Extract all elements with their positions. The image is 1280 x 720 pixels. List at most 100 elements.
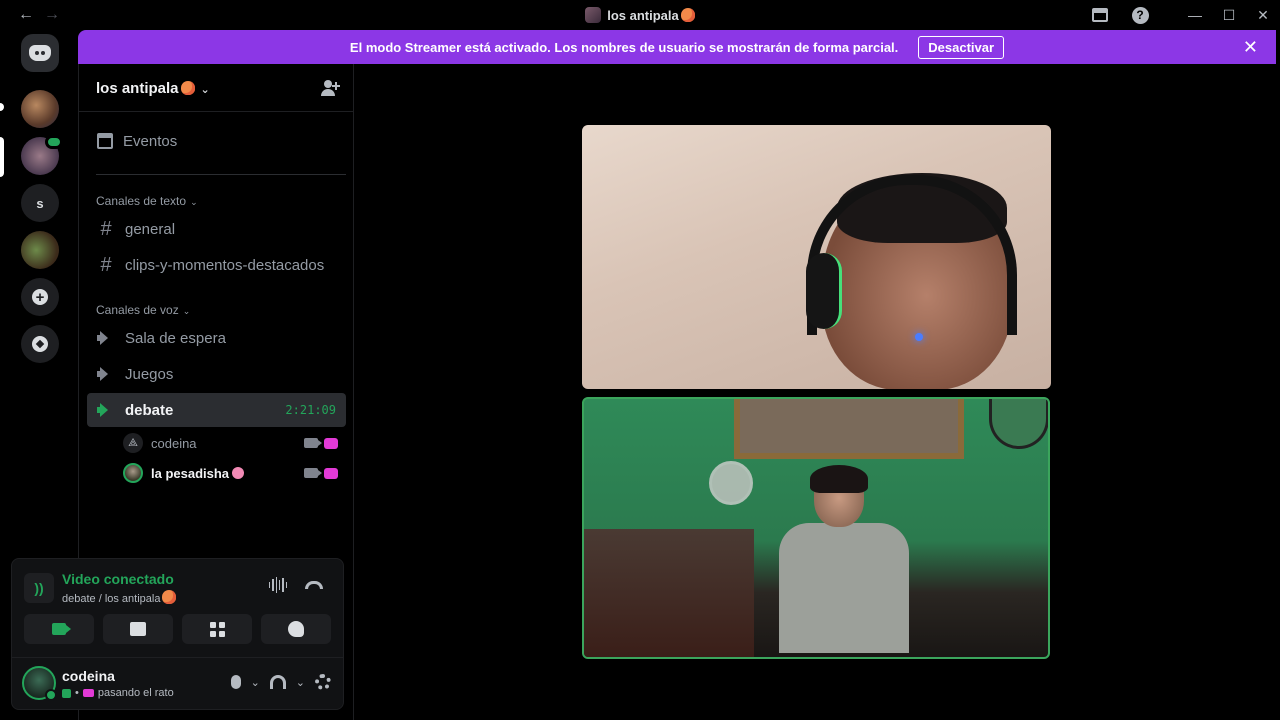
- channel-label: debate: [125, 401, 174, 419]
- server-name[interactable]: los antipala ⌄: [96, 80, 210, 97]
- peach-emoji-icon: [680, 8, 695, 22]
- flower-emoji-icon: [232, 466, 245, 479]
- activities-icon: [209, 621, 225, 637]
- divider: [96, 174, 346, 175]
- peach-emoji-icon: [162, 590, 177, 604]
- user-name[interactable]: codeina: [62, 668, 115, 684]
- user-avatar[interactable]: [22, 666, 57, 701]
- video-grid: [355, 64, 1276, 720]
- banner-text: El modo Streamer está activado. Los nomb…: [349, 39, 899, 55]
- inbox-icon[interactable]: [1090, 5, 1110, 25]
- chevron-down-icon: ⌄: [200, 84, 210, 96]
- hash-icon: #: [100, 217, 112, 240]
- explore-servers-button[interactable]: [21, 325, 59, 363]
- screen-share-button[interactable]: [103, 614, 173, 644]
- close-window-button[interactable]: ✕: [1246, 0, 1280, 30]
- voice-connection-panel: )) Video conectado debate / los antipala…: [11, 558, 344, 710]
- mic-options-chevron-icon[interactable]: ⌄: [251, 676, 260, 689]
- avatar: ⟁: [123, 433, 143, 453]
- window-title: los antipala: [0, 7, 1280, 23]
- user-area: codeina • pasando el rato ⌄ ⌄: [12, 657, 343, 709]
- noise-suppression-icon[interactable]: [269, 577, 287, 593]
- mirror-shape: [989, 399, 1048, 449]
- voice-location: debate / los antipala: [62, 590, 177, 605]
- camera-button[interactable]: [24, 614, 94, 644]
- camera-icon: [304, 467, 322, 478]
- discord-logo-icon: [29, 45, 51, 61]
- chevron-down-icon: ⌄: [190, 197, 198, 207]
- speaker-icon: [97, 366, 115, 382]
- voice-member[interactable]: la pesadisha: [123, 459, 346, 487]
- channel-general[interactable]: # general: [87, 212, 346, 246]
- unread-pill: [0, 103, 4, 111]
- microphone-icon[interactable]: [230, 675, 241, 689]
- add-server-button[interactable]: +: [21, 278, 59, 316]
- server-icon-los-antipala[interactable]: [21, 135, 63, 175]
- member-name: codeina: [151, 435, 197, 451]
- audio-options-chevron-icon[interactable]: ⌄: [296, 676, 305, 689]
- voice-member[interactable]: ⟁ codeina: [123, 429, 346, 457]
- server-thumbnail-icon: [585, 7, 602, 23]
- window-title-text: los antipala: [607, 8, 679, 23]
- window-controls: — ☐ ✕: [1178, 0, 1280, 30]
- voice-status: )) Video conectado debate / los antipala: [24, 571, 331, 605]
- voice-channel-debate[interactable]: debate 2:21:09: [87, 393, 346, 427]
- banner-close-icon[interactable]: ✕: [1243, 37, 1258, 58]
- speaker-active-icon: [97, 402, 115, 418]
- headphones-icon[interactable]: [269, 675, 286, 689]
- events-item[interactable]: Eventos: [87, 124, 346, 158]
- speaking-icon: [62, 688, 71, 698]
- soundboard-icon: [288, 621, 304, 637]
- selected-pill: [0, 137, 4, 177]
- server-header[interactable]: los antipala ⌄: [79, 64, 354, 112]
- peach-emoji-icon: [180, 81, 195, 95]
- category-text-channels[interactable]: Canales de texto ⌄: [96, 194, 198, 208]
- server-icon-1[interactable]: [21, 90, 59, 128]
- signal-icon[interactable]: )): [24, 573, 54, 603]
- compass-icon: [32, 336, 48, 352]
- disconnect-icon[interactable]: [305, 581, 323, 589]
- invite-people-icon[interactable]: [320, 78, 340, 98]
- server-icon-s[interactable]: s: [21, 184, 59, 222]
- video-tile-2-speaking[interactable]: [582, 397, 1050, 659]
- activity-icon: [324, 437, 338, 449]
- calendar-icon: [97, 133, 113, 149]
- user-activity: • pasando el rato: [62, 687, 174, 699]
- activities-button[interactable]: [182, 614, 252, 644]
- channel-label: clips-y-momentos-destacados: [125, 256, 325, 274]
- screen-share-icon: [130, 622, 146, 636]
- fan-shape: [709, 461, 753, 505]
- minimize-button[interactable]: —: [1178, 0, 1212, 30]
- voice-status-text: Video conectado: [62, 571, 174, 587]
- member-name: la pesadisha: [151, 466, 245, 481]
- voice-channel-sala-de-espera[interactable]: Sala de espera: [87, 321, 346, 355]
- help-icon[interactable]: ?: [1130, 5, 1150, 25]
- gear-icon[interactable]: [315, 674, 331, 690]
- channel-clips[interactable]: # clips-y-momentos-destacados: [87, 248, 346, 282]
- camera-icon: [304, 437, 322, 448]
- game-icon: [82, 689, 94, 697]
- channel-label: Sala de espera: [125, 329, 226, 347]
- voice-channel-juegos[interactable]: Juegos: [87, 357, 346, 391]
- hash-icon: #: [100, 253, 112, 276]
- bunk-bed-shape: [734, 399, 964, 459]
- maximize-button[interactable]: ☐: [1212, 0, 1246, 30]
- video-subject-hair: [810, 465, 868, 493]
- activity-icon: [324, 467, 338, 479]
- earcup-shape: [806, 253, 842, 329]
- category-voice-channels[interactable]: Canales de voz ⌄: [96, 303, 190, 317]
- channel-label: general: [125, 220, 176, 238]
- user-controls: ⌄ ⌄: [230, 674, 331, 690]
- mic-light: [915, 333, 923, 341]
- plus-icon: +: [32, 289, 48, 305]
- deactivate-button[interactable]: Desactivar: [918, 35, 1005, 59]
- activity-badge: [45, 135, 63, 149]
- video-subject: [754, 465, 924, 657]
- home-button[interactable]: [21, 34, 59, 72]
- events-label: Eventos: [123, 132, 178, 150]
- soundboard-button[interactable]: [261, 614, 331, 644]
- server-icon-4[interactable]: [21, 231, 59, 269]
- video-tile-1[interactable]: [582, 125, 1051, 389]
- camera-icon: [52, 623, 71, 635]
- title-bar: ← → los antipala ? — ☐ ✕: [0, 0, 1280, 30]
